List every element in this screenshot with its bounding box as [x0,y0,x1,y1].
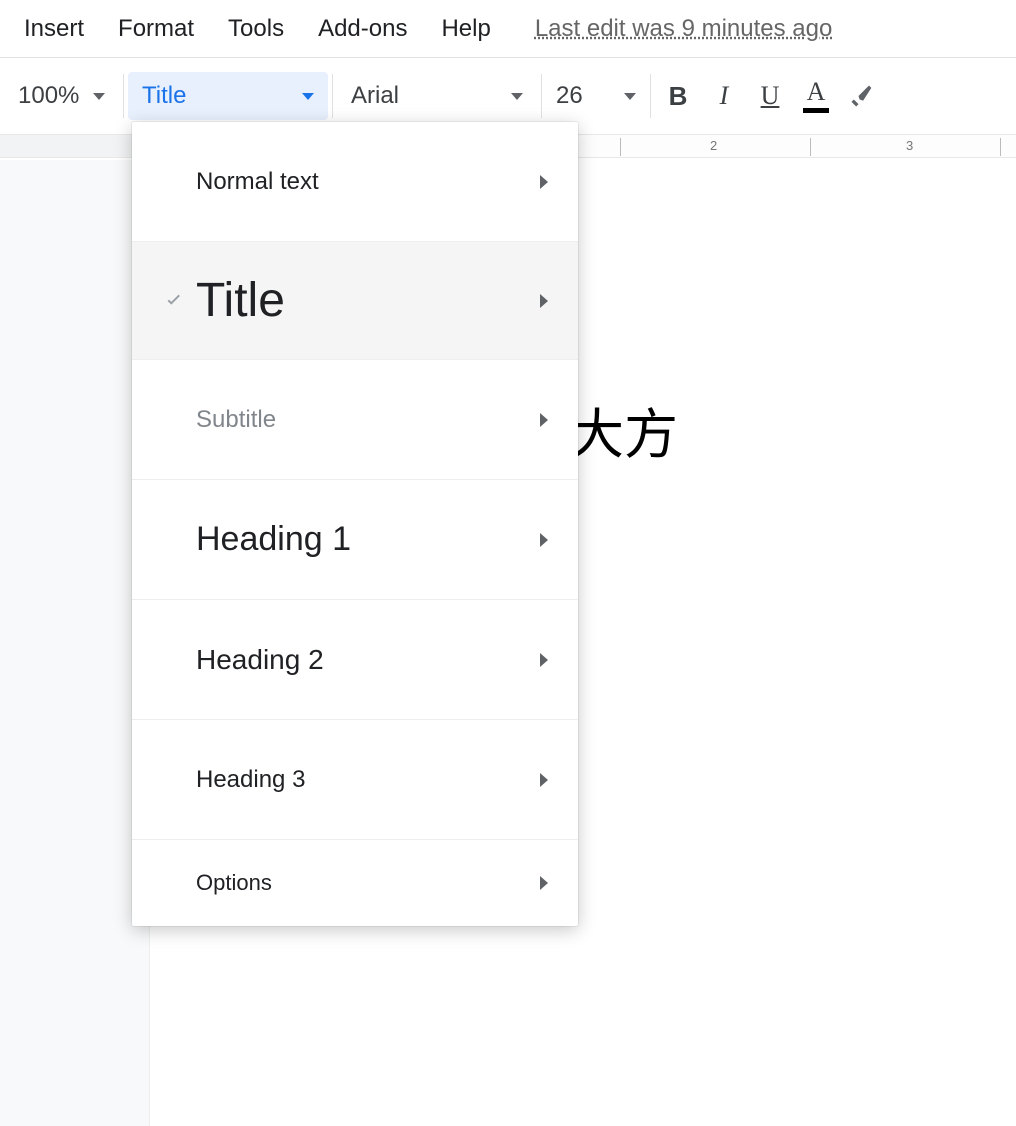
chevron-right-icon [540,175,548,189]
font-dropdown[interactable]: Arial [337,72,537,120]
menu-addons[interactable]: Add-ons [318,15,407,43]
text-color-letter: A [807,79,826,105]
style-option-label: Options [196,870,532,896]
menu-format[interactable]: Format [118,15,194,43]
ruler-tick [620,138,621,156]
chevron-right-icon [540,773,548,787]
style-option-heading-3[interactable]: Heading 3 [132,720,578,840]
text-color-button[interactable]: A [793,73,839,119]
check-column [152,290,196,312]
underline-button[interactable]: U [747,73,793,119]
style-option-label: Heading 3 [196,766,532,794]
style-option-heading-1[interactable]: Heading 1 [132,480,578,600]
style-option-label: Heading 2 [196,644,532,676]
bold-button[interactable]: B [655,73,701,119]
document-left-margin [0,160,150,1126]
italic-button[interactable]: I [701,73,747,119]
chevron-right-icon [540,533,548,547]
ruler-tick [1000,138,1001,156]
style-option-options[interactable]: Options [132,840,578,926]
ruler-number: 3 [906,138,913,153]
font-size-dropdown[interactable]: 26 [546,72,646,120]
font-size-value: 26 [556,82,583,110]
ruler-tick [810,138,811,156]
zoom-dropdown[interactable]: 100% [4,72,119,120]
separator [332,74,333,118]
paragraph-style-value: Title [142,82,186,110]
menu-tools[interactable]: Tools [228,15,284,43]
chevron-right-icon [540,294,548,308]
style-option-label: Normal text [196,168,532,196]
style-option-subtitle[interactable]: Subtitle [132,360,578,480]
chevron-right-icon [540,653,548,667]
last-edit-link[interactable]: Last edit was 9 minutes ago [535,15,833,43]
highlighter-icon [848,82,876,110]
chevron-right-icon [540,413,548,427]
chevron-down-icon [624,93,636,100]
separator [541,74,542,118]
check-icon [163,290,185,312]
ruler-margin [0,135,150,157]
menu-help[interactable]: Help [441,15,490,43]
menu-bar: Insert Format Tools Add-ons Help Last ed… [0,0,1016,58]
style-option-heading-2[interactable]: Heading 2 [132,600,578,720]
menu-insert[interactable]: Insert [24,15,84,43]
document-title-text[interactable]: 大方 [570,390,678,469]
separator [123,74,124,118]
text-color-swatch [803,108,829,113]
chevron-right-icon [540,876,548,890]
style-option-label: Title [196,273,532,328]
chevron-down-icon [93,93,105,100]
font-value: Arial [351,82,399,110]
separator [650,74,651,118]
style-option-label: Heading 1 [196,520,532,559]
paragraph-style-dropdown[interactable]: Title [128,72,328,120]
chevron-down-icon [302,93,314,100]
style-option-label: Subtitle [196,406,532,434]
chevron-down-icon [511,93,523,100]
zoom-value: 100% [18,82,79,110]
style-option-normal-text[interactable]: Normal text [132,122,578,242]
ruler-number: 2 [710,138,717,153]
style-option-title[interactable]: Title [132,242,578,360]
highlight-color-button[interactable] [839,73,885,119]
paragraph-style-menu: Normal text Title Subtitle Heading 1 Hea… [132,122,578,926]
